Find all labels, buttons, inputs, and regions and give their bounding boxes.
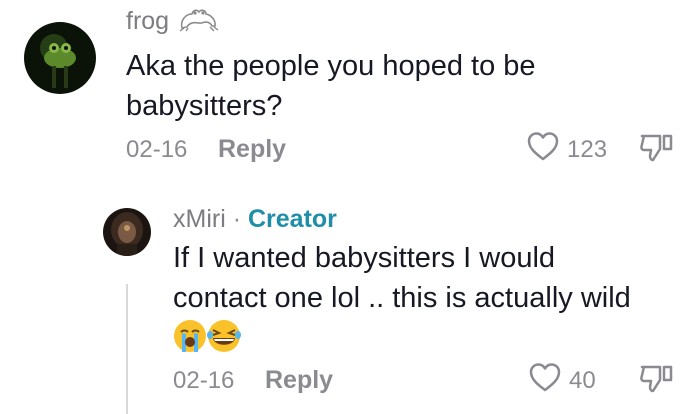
comment-author-name[interactable]: frog: [126, 7, 169, 35]
comment-dislike-button[interactable]: [638, 131, 674, 170]
comment-reply-button[interactable]: Reply: [218, 135, 286, 164]
reply-reply-button[interactable]: Reply: [265, 366, 333, 395]
comment-date: 02-16: [126, 136, 188, 163]
comment-like-button[interactable]: [526, 130, 560, 169]
avatar-xmiri-image: [103, 208, 151, 256]
thumbs-down-icon: [640, 134, 673, 162]
reply-emojis: [173, 318, 245, 359]
thread-line: [126, 284, 128, 414]
crying-face-icon: [174, 320, 206, 352]
comment-text-line-2: babysitters?: [126, 90, 283, 122]
avatar-xmiri[interactable]: [103, 208, 151, 256]
avatar-frog-image: [24, 22, 96, 94]
comment-like-count: 123: [567, 136, 608, 163]
creator-badge: Creator: [248, 205, 337, 233]
reply-like-button[interactable]: [528, 361, 562, 400]
frog-icon: [178, 6, 220, 39]
reply-author-row: xMiri · Creator: [173, 205, 337, 234]
reply-dislike-button[interactable]: [638, 362, 674, 401]
avatar-frog[interactable]: [24, 22, 96, 94]
reply-text-line-1: If I wanted babysitters I would: [173, 242, 556, 274]
comment-text: Aka the people you hoped to be babysitte…: [126, 46, 536, 126]
reply-text-line-2: contact one lol .. this is actually wild: [173, 282, 631, 314]
separator-dot: ·: [232, 205, 242, 233]
thumbs-down-icon: [640, 365, 673, 393]
reply-author-name[interactable]: xMiri: [173, 205, 226, 233]
comment-text-line-1: Aka the people you hoped to be: [126, 50, 536, 82]
heart-icon: [529, 363, 561, 392]
reply-text: If I wanted babysitters I would contact …: [173, 238, 631, 318]
comment-author-row: frog: [126, 6, 220, 39]
reply-like-count: 40: [569, 367, 596, 394]
reply-date: 02-16: [173, 367, 235, 394]
laughing-face-icon: [207, 320, 241, 352]
heart-icon: [527, 132, 559, 161]
